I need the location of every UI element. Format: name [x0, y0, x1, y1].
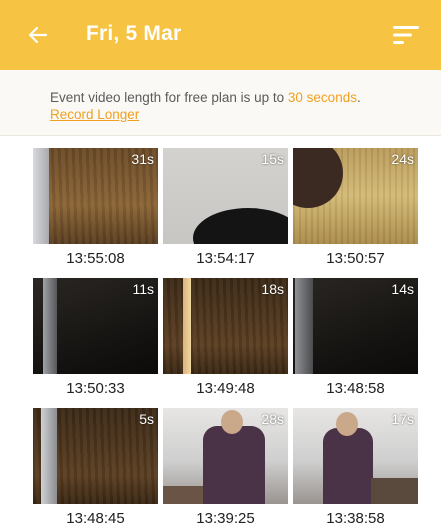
video-time: 13:39:25: [196, 510, 255, 527]
duration-badge: 17s: [391, 411, 414, 427]
app-bar: Fri, 5 Mar: [0, 0, 441, 70]
filter-button[interactable]: [391, 23, 421, 47]
notice-period: .: [356, 90, 361, 105]
notice-text: Event video length for free plan is up t…: [50, 90, 288, 105]
duration-badge: 15s: [261, 151, 284, 167]
duration-badge: 11s: [132, 281, 154, 297]
video-time: 13:50:57: [326, 250, 385, 267]
video-time: 13:49:48: [196, 380, 255, 397]
video-time: 13:55:08: [66, 250, 125, 267]
video-thumbnail[interactable]: 28s: [163, 408, 288, 504]
video-thumbnail[interactable]: 31s: [33, 148, 158, 244]
video-time: 13:54:17: [196, 250, 255, 267]
video-time: 13:48:58: [326, 380, 385, 397]
video-thumbnail[interactable]: 17s: [293, 408, 418, 504]
record-longer-link[interactable]: Record Longer: [50, 107, 139, 122]
video-thumbnail[interactable]: 15s: [163, 148, 288, 244]
notice-duration-highlight: 30 seconds: [287, 90, 357, 105]
duration-badge: 18s: [261, 281, 284, 297]
back-button[interactable]: [26, 23, 50, 47]
duration-badge: 5s: [139, 411, 154, 427]
video-thumbnail[interactable]: 11s: [33, 278, 158, 374]
video-time: 13:48:45: [66, 510, 125, 527]
page-title: Fri, 5 Mar: [86, 22, 182, 45]
video-time: 13:38:58: [326, 510, 385, 527]
sort-filter-icon: [393, 26, 419, 44]
plan-notice: Event video length for free plan is up t…: [0, 70, 441, 136]
video-thumbnail[interactable]: 14s: [293, 278, 418, 374]
duration-badge: 24s: [391, 151, 414, 167]
video-time: 13:50:33: [66, 380, 125, 397]
duration-badge: 31s: [131, 151, 154, 167]
video-thumbnail[interactable]: 5s: [33, 408, 158, 504]
duration-badge: 14s: [391, 281, 414, 297]
arrow-left-icon: [28, 26, 48, 44]
duration-badge: 28s: [261, 411, 284, 427]
video-thumbnail[interactable]: 24s: [293, 148, 418, 244]
video-thumbnail[interactable]: 18s: [163, 278, 288, 374]
